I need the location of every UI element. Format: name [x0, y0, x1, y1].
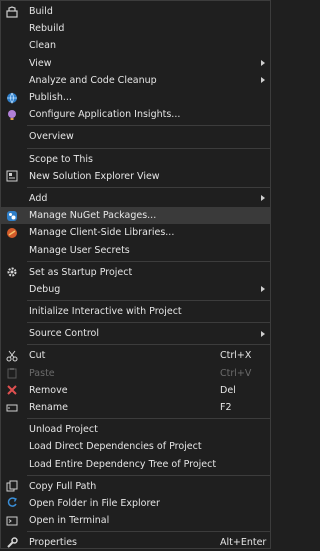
menu-item-label: Unload Project	[29, 424, 98, 436]
menu-item-overview[interactable]: Overview	[1, 128, 270, 145]
menu-item-label: Rename	[29, 402, 68, 414]
submenu-arrow-icon	[261, 330, 265, 337]
menu-separator	[27, 322, 270, 324]
menu-item-scope-to-this[interactable]: Scope to This	[1, 151, 270, 168]
menu-item-unload-project[interactable]: Unload Project	[1, 421, 270, 438]
cut-icon	[4, 347, 20, 364]
menu-item-label: Load Entire Dependency Tree of Project	[29, 458, 217, 470]
menu-separator	[27, 418, 270, 420]
menu-separator	[27, 344, 270, 346]
menu-item-debug[interactable]: Debug	[1, 281, 270, 298]
build-icon	[4, 3, 20, 20]
menu-item-configure-application-insights[interactable]: Configure Application Insights...	[1, 106, 270, 123]
menu-item-label: View	[29, 57, 52, 69]
rename-icon	[4, 399, 20, 416]
menu-item-initialize-interactive-with-project[interactable]: Initialize Interactive with Project	[1, 303, 270, 320]
menu-item-label: Load Direct Dependencies of Project	[29, 441, 202, 453]
menu-item-label: Publish...	[29, 92, 72, 104]
shortcut-label: Del	[220, 384, 236, 396]
menu-item-label: New Solution Explorer View	[29, 170, 160, 182]
menu-item-label: Add	[29, 192, 48, 204]
menu-item-add[interactable]: Add	[1, 190, 270, 207]
shortcut-label: F2	[220, 402, 232, 414]
menu-item-label: Rebuild	[29, 23, 65, 35]
menu-item-cut[interactable]: Cut Ctrl+X	[1, 347, 270, 364]
menu-separator	[27, 260, 270, 262]
menu-item-label: Manage NuGet Packages...	[29, 210, 157, 222]
menu-item-set-as-startup-project[interactable]: Set as Startup Project	[1, 264, 270, 281]
copy-icon	[4, 478, 20, 495]
remove-icon	[4, 382, 20, 399]
menu-item-load-entire-dependency-tree-of-project[interactable]: Load Entire Dependency Tree of Project	[1, 456, 270, 473]
menu-separator	[27, 531, 270, 533]
menu-item-source-control[interactable]: Source Control	[1, 325, 270, 342]
new-view-icon	[4, 168, 20, 185]
menu-item-open-folder-in-file-explorer[interactable]: Open Folder in File Explorer	[1, 495, 270, 512]
publish-globe-icon	[4, 89, 20, 106]
terminal-icon	[4, 512, 20, 529]
menu-item-build[interactable]: Build	[1, 3, 270, 20]
menu-item-new-solution-explorer-view[interactable]: New Solution Explorer View	[1, 168, 270, 185]
paste-icon	[4, 365, 20, 382]
gear-icon	[4, 264, 20, 281]
menu-item-label: Debug	[29, 283, 61, 295]
menu-separator	[27, 300, 270, 301]
menu-item-manage-nuget-packages[interactable]: Manage NuGet Packages...	[1, 207, 270, 225]
menu-item-properties[interactable]: Properties Alt+Enter	[1, 534, 270, 551]
menu-item-label: Paste	[29, 367, 55, 379]
menu-item-label: Manage User Secrets	[29, 244, 130, 256]
menu-item-label: Initialize Interactive with Project	[29, 306, 182, 318]
menu-item-label: Remove	[29, 384, 68, 396]
menu-separator	[27, 147, 270, 149]
menu-item-label: Scope to This	[29, 153, 93, 165]
menu-item-view[interactable]: View	[1, 55, 270, 72]
menu-item-manage-user-secrets[interactable]: Manage User Secrets	[1, 241, 270, 258]
submenu-arrow-icon	[261, 60, 265, 67]
menu-item-load-direct-dependencies-of-project[interactable]: Load Direct Dependencies of Project	[1, 438, 270, 455]
menu-item-label: Copy Full Path	[29, 480, 97, 492]
menu-item-label: Source Control	[29, 328, 99, 340]
menu-item-analyze-and-code-cleanup[interactable]: Analyze and Code Cleanup	[1, 72, 270, 89]
nuget-icon	[4, 207, 20, 224]
shortcut-label: Alt+Enter	[220, 537, 267, 549]
menu-item-label: Open Folder in File Explorer	[29, 497, 160, 509]
menu-item-label: Clean	[29, 40, 56, 52]
menu-item-copy-full-path[interactable]: Copy Full Path	[1, 478, 270, 495]
menu-item-label: Open in Terminal	[29, 515, 110, 527]
menu-item-label: Properties	[29, 537, 78, 549]
submenu-arrow-icon	[261, 77, 265, 84]
menu-item-label: Manage Client-Side Libraries...	[29, 227, 175, 239]
menu-item-manage-client-side-libraries[interactable]: Manage Client-Side Libraries...	[1, 224, 270, 241]
menu-item-label: Set as Startup Project	[29, 266, 133, 278]
menu-item-label: Cut	[29, 350, 46, 362]
menu-item-label: Configure Application Insights...	[29, 109, 181, 121]
menu-item-label: Analyze and Code Cleanup	[29, 74, 157, 86]
open-folder-icon	[4, 495, 20, 512]
submenu-arrow-icon	[261, 286, 265, 293]
menu-separator	[27, 125, 270, 127]
app-insights-icon	[4, 106, 20, 123]
menu-item-remove[interactable]: Remove Del	[1, 382, 270, 399]
menu-item-clean[interactable]: Clean	[1, 37, 270, 54]
menu-item-rename[interactable]: Rename F2	[1, 399, 270, 416]
menu-item-rebuild[interactable]: Rebuild	[1, 20, 270, 37]
menu-item-publish[interactable]: Publish...	[1, 89, 270, 106]
shortcut-label: Ctrl+X	[220, 350, 252, 362]
menu-separator	[27, 474, 270, 476]
context-menu: Build Rebuild Clean View Analyze and Code Cl…	[0, 0, 271, 549]
submenu-arrow-icon	[261, 195, 265, 202]
menu-item-label: Overview	[29, 131, 74, 143]
menu-item-open-in-terminal[interactable]: Open in Terminal	[1, 512, 270, 529]
libraries-icon	[4, 224, 20, 241]
menu-item-label: Build	[29, 6, 53, 18]
shortcut-label: Ctrl+V	[220, 367, 252, 379]
menu-item-paste: Paste Ctrl+V	[1, 365, 270, 382]
menu-separator	[27, 186, 270, 188]
